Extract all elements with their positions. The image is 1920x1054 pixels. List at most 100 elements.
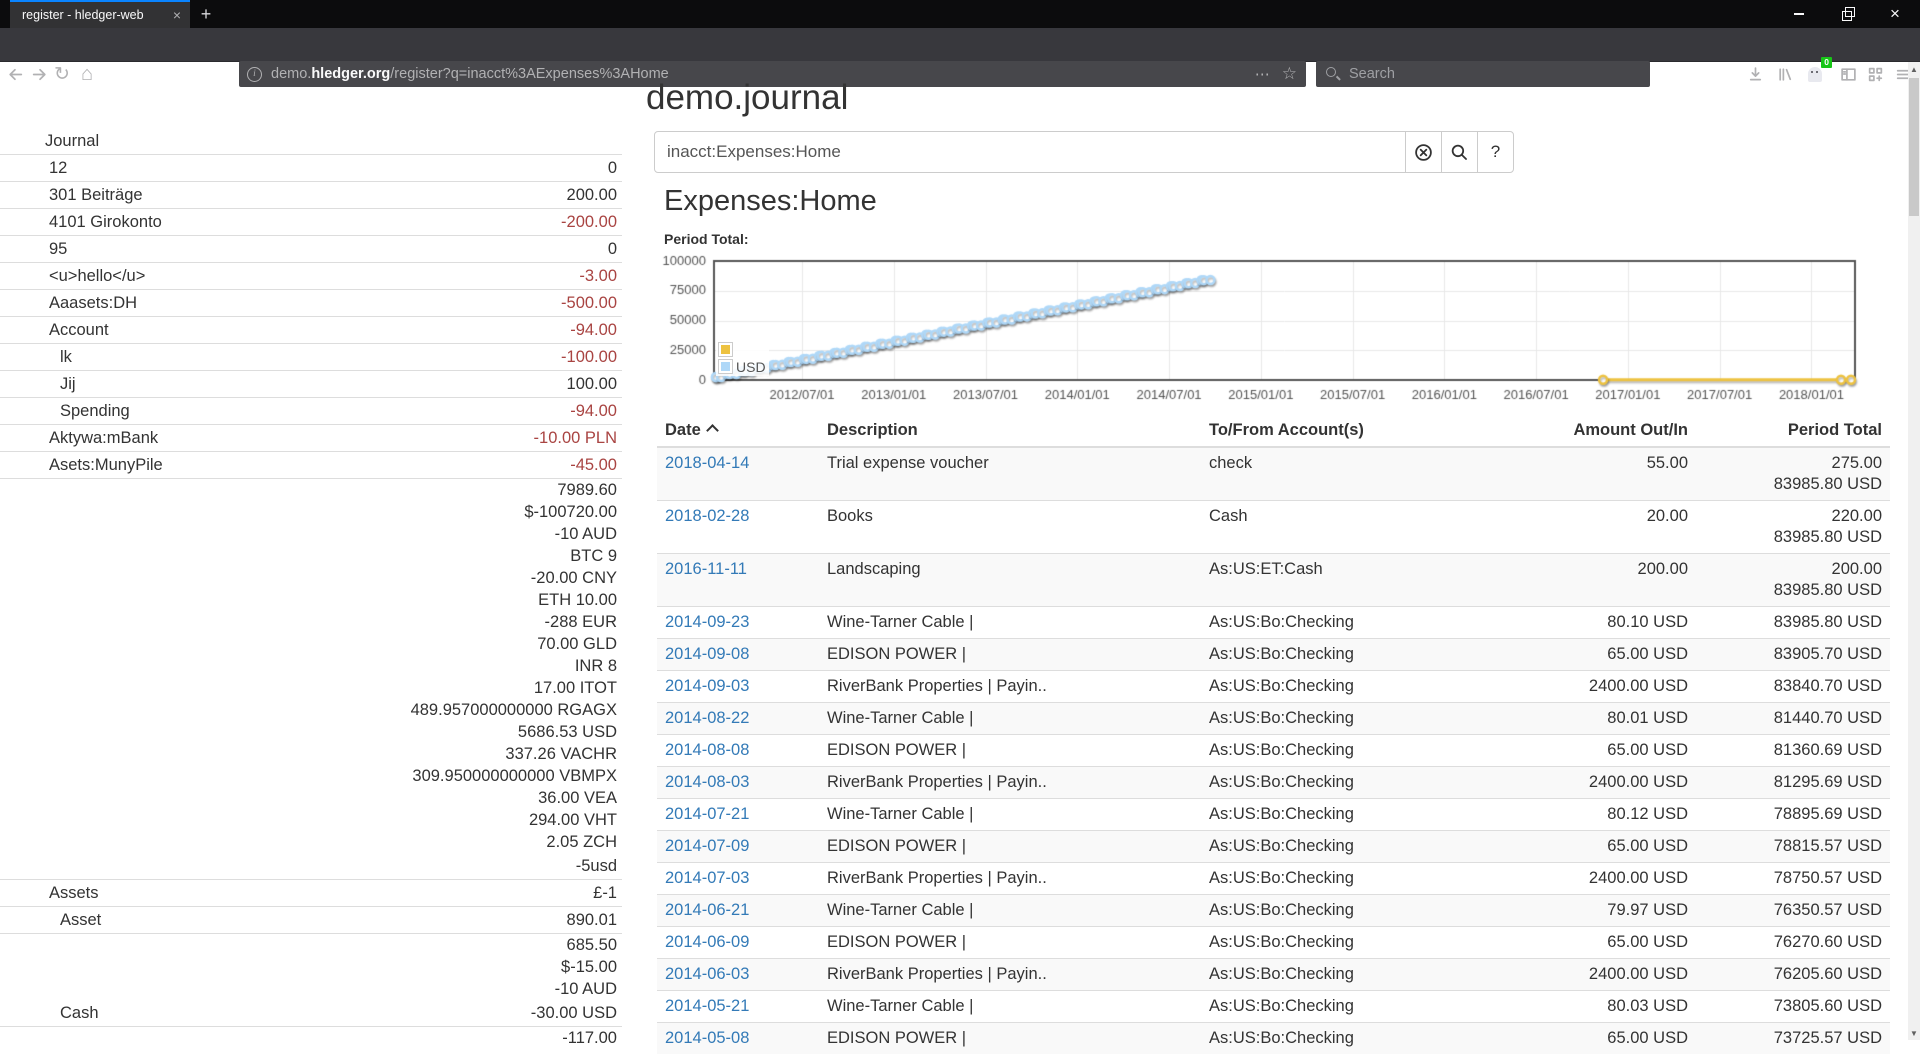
ghostery-button[interactable]: 0 <box>1802 61 1828 87</box>
account-balance: 70.00 GLD <box>537 633 622 655</box>
account-link[interactable]: Assets <box>0 882 99 904</box>
sidebar-row: 7989.60 <box>0 479 622 501</box>
transaction-amount: 20.00 <box>1489 501 1696 554</box>
sidebar-row: INR 8 <box>0 655 622 677</box>
account-link[interactable]: 12 <box>0 157 67 179</box>
account-spacer <box>0 956 49 978</box>
query-input[interactable] <box>654 131 1406 173</box>
browser-tab[interactable]: register - hledger-web × <box>10 0 190 28</box>
account-link[interactable]: Aktywa:mBank <box>0 427 158 449</box>
transaction-date-link[interactable]: 2014-05-08 <box>665 1029 749 1047</box>
transaction-description: Landscaping <box>819 554 1201 607</box>
account-spacer <box>0 855 49 877</box>
register-table: Date Description To/From Account(s) Amou… <box>657 415 1890 1054</box>
account-link[interactable]: Asset <box>0 909 101 931</box>
new-tab-button[interactable]: + <box>192 0 220 28</box>
browser-search-field[interactable]: Search <box>1316 61 1650 87</box>
transaction-date-link[interactable]: 2014-06-21 <box>665 901 749 919</box>
table-row: 2014-06-09EDISON POWER |As:US:Bo:Checkin… <box>657 927 1890 959</box>
scroll-up-icon[interactable]: ▲ <box>1908 62 1920 76</box>
account-link[interactable]: Journal <box>0 130 99 152</box>
sidebar-row: -10 AUD <box>0 523 622 545</box>
account-link[interactable]: <u>hello</u> <box>0 265 145 287</box>
transaction-date-link[interactable]: 2014-09-08 <box>665 645 749 663</box>
account-balance: -100.00 <box>561 346 622 368</box>
transaction-amount: 80.12 USD <box>1489 799 1696 831</box>
transaction-date-link[interactable]: 2018-04-14 <box>665 454 749 472</box>
reload-button[interactable]: ↻ <box>49 61 75 87</box>
transaction-date-link[interactable]: 2014-08-03 <box>665 773 749 791</box>
account-balance: -94.00 <box>570 319 622 341</box>
account-balance: -30.00 USD <box>531 1002 622 1024</box>
scroll-down-icon[interactable]: ▼ <box>1908 1026 1920 1040</box>
sidebar-row: Aktywa:mBank-10.00 PLN <box>0 425 622 452</box>
account-balance: 309.950000000000 VBMPX <box>412 765 622 787</box>
transaction-date-link[interactable]: 2014-08-22 <box>665 709 749 727</box>
transaction-date-link[interactable]: 2014-06-09 <box>665 933 749 951</box>
transaction-date-link[interactable]: 2014-09-03 <box>665 677 749 695</box>
minimize-icon <box>1794 13 1804 15</box>
account-balance: 337.26 VACHR <box>505 743 622 765</box>
page-actions-icon[interactable]: ⋯ <box>1249 65 1276 83</box>
account-balance: -500.00 <box>561 292 622 314</box>
transaction-date-link[interactable]: 2014-07-03 <box>665 869 749 887</box>
transaction-date-link[interactable]: 2014-05-21 <box>665 997 749 1015</box>
transaction-amount: 80.01 USD <box>1489 703 1696 735</box>
sidebar-icon <box>1840 66 1857 83</box>
home-button[interactable]: ⌂ <box>74 61 100 87</box>
sidebar-row: $-100720.00 <box>0 501 622 523</box>
help-button[interactable]: ? <box>1477 131 1514 173</box>
sidebars-button[interactable] <box>1835 61 1861 87</box>
transaction-date-link[interactable]: 2014-06-03 <box>665 965 749 983</box>
library-button[interactable] <box>1772 61 1798 87</box>
scrollbar-thumb[interactable] <box>1909 78 1919 216</box>
account-link[interactable]: Account <box>0 319 109 341</box>
search-button[interactable] <box>1441 131 1478 173</box>
period-total: 83985.80 USD <box>1696 607 1890 639</box>
extensions-button[interactable] <box>1862 61 1888 87</box>
account-link[interactable]: Aaasets:DH <box>0 292 137 314</box>
sidebar-row: Asets:MunyPile-45.00 <box>0 452 622 479</box>
transaction-account: As:US:Bo:Checking <box>1201 799 1489 831</box>
page-info-icon[interactable]: i <box>247 67 262 82</box>
account-spacer <box>0 787 49 809</box>
sidebar-row: Journal <box>0 128 622 155</box>
close-button[interactable]: × <box>1872 0 1918 28</box>
downloads-button[interactable] <box>1742 61 1768 87</box>
magnifier-icon <box>1450 143 1469 162</box>
transaction-account: As:US:Bo:Checking <box>1201 1023 1489 1054</box>
sidebar-row: Jij100.00 <box>0 371 622 398</box>
account-balance: 685.50 <box>567 934 622 956</box>
transaction-date-link[interactable]: 2018-02-28 <box>665 507 749 525</box>
transaction-date-link[interactable]: 2016-11-11 <box>665 560 747 578</box>
sidebar-row: 309.950000000000 VBMPX <box>0 765 622 787</box>
transaction-date-link[interactable]: 2014-07-09 <box>665 837 749 855</box>
transaction-date-link[interactable]: 2014-09-23 <box>665 613 749 631</box>
back-button[interactable] <box>2 61 28 87</box>
account-link[interactable]: Cash <box>0 1002 99 1024</box>
bookmark-star-icon[interactable]: ☆ <box>1276 64 1306 84</box>
account-link[interactable]: 4101 Girokonto <box>0 211 162 233</box>
tab-close-icon[interactable]: × <box>164 7 190 23</box>
library-icon <box>1777 66 1794 83</box>
account-spacer <box>0 523 49 545</box>
transaction-amount: 79.97 USD <box>1489 895 1696 927</box>
account-balance: 489.957000000000 RGAGX <box>411 699 622 721</box>
restore-button[interactable] <box>1824 0 1870 28</box>
column-header-date[interactable]: Date <box>657 415 819 447</box>
account-link[interactable]: Jij <box>0 373 76 395</box>
account-balance: -117.00 <box>562 1027 622 1049</box>
account-link[interactable]: Spending <box>0 400 130 422</box>
account-link[interactable]: Asets:MunyPile <box>0 454 163 476</box>
transaction-date-link[interactable]: 2014-07-21 <box>665 805 749 823</box>
account-link[interactable]: lk <box>0 346 72 368</box>
sidebar-row: 950 <box>0 236 622 263</box>
account-spacer <box>0 721 49 743</box>
clear-query-button[interactable] <box>1405 131 1442 173</box>
account-spacer <box>0 479 49 501</box>
transaction-date-link[interactable]: 2014-08-08 <box>665 741 749 759</box>
account-balance: 7989.60 <box>557 479 622 501</box>
account-link[interactable]: 95 <box>0 238 67 260</box>
account-link[interactable]: 301 Beiträge <box>0 184 143 206</box>
minimize-button[interactable] <box>1776 0 1822 28</box>
